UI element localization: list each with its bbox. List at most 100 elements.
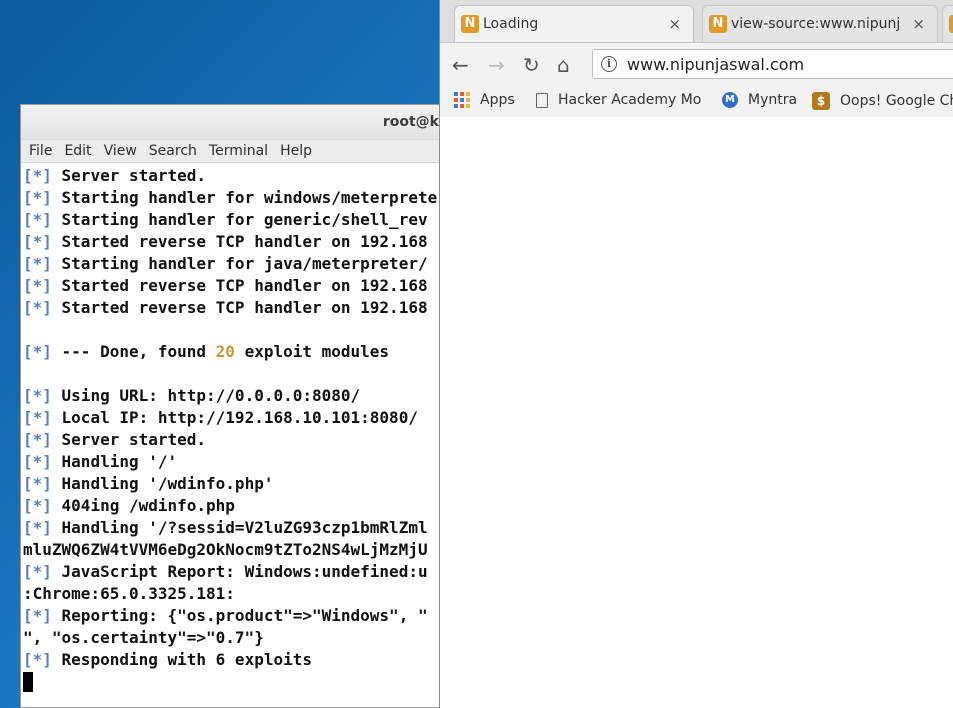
- line-text: 404ing /wdinfo.php: [51, 496, 235, 515]
- page-content[interactable]: [440, 117, 953, 708]
- myntra-icon: M: [722, 92, 738, 108]
- info-icon[interactable]: i: [601, 56, 617, 72]
- browser-toolbar: ← → ↻ ⌂ i www.nipunjaswal.com: [440, 43, 953, 85]
- menu-help[interactable]: Help: [274, 143, 318, 159]
- menu-edit[interactable]: Edit: [58, 143, 97, 159]
- terminal-titlebar[interactable]: root@k: [21, 105, 443, 140]
- site-favicon-icon: [949, 15, 953, 33]
- line-text: Server started.: [51, 430, 207, 449]
- bookmarks-bar: Apps Hacker Academy Mo M Myntra $ Oops! …: [440, 85, 953, 118]
- line-text: :Chrome:65.0.3325.181:: [23, 584, 235, 603]
- status-prefix: [*]: [23, 342, 52, 361]
- status-prefix: [*]: [23, 232, 52, 251]
- line-text: Reporting: {"os.product"=>"Windows", ": [51, 606, 428, 625]
- status-prefix: [*]: [23, 562, 52, 581]
- url-text: www.nipunjaswal.com: [627, 55, 805, 74]
- site-favicon-icon: N: [709, 15, 727, 33]
- tab-label: Loading: [483, 16, 539, 32]
- line-text: Started reverse TCP handler on 192.168: [51, 298, 428, 317]
- tab-strip: N Loading × N view-source:www.nipunja ×: [440, 0, 953, 43]
- tab-view-source[interactable]: N view-source:www.nipunja ×: [702, 5, 938, 42]
- line-text: Using URL: http://0.0.0.0:8080/: [51, 386, 361, 405]
- status-prefix: [*]: [23, 474, 52, 493]
- terminal-line: [*] Handling '/wdinfo.php': [23, 473, 443, 495]
- terminal-title: root@k: [382, 114, 439, 130]
- tab-label: view-source:www.nipunja: [731, 16, 901, 32]
- line-text: Starting handler for windows/meterpreter: [51, 188, 444, 207]
- line-text: Handling '/?sessid=V2luZG93czp1bmRlZml: [51, 518, 428, 537]
- bookmark-label: Apps: [480, 92, 515, 108]
- module-count: 20: [215, 342, 235, 361]
- browser-window[interactable]: N Loading × N view-source:www.nipunja × …: [439, 0, 953, 708]
- apps-grid-icon: [454, 92, 470, 108]
- line-text: Started reverse TCP handler on 192.168: [51, 232, 428, 251]
- forward-arrow-icon[interactable]: →: [488, 53, 505, 77]
- line-text: JavaScript Report: Windows:undefined:u: [51, 562, 428, 581]
- status-prefix: [*]: [23, 518, 52, 537]
- terminal-line: [*] Handling '/?sessid=V2luZG93czp1bmRlZ…: [23, 517, 443, 539]
- terminal-line: [*] Started reverse TCP handler on 192.1…: [23, 297, 443, 319]
- back-arrow-icon[interactable]: ←: [452, 53, 469, 77]
- line-text: mluZWQ6ZW4tVVM6eDg2OkNocm9tZTo2NS4wLjMzM…: [23, 540, 428, 559]
- home-icon[interactable]: ⌂: [557, 53, 570, 77]
- bookmark-label: Hacker Academy Mo: [558, 92, 702, 108]
- terminal-output[interactable]: [*] Server started. [*] Starting handler …: [21, 163, 443, 693]
- terminal-prompt-line[interactable]: [23, 671, 443, 693]
- line-text: Handling '/': [51, 452, 178, 471]
- terminal-line: [*] Responding with 6 exploits: [23, 649, 443, 671]
- bookmark-label: Oops! Google Ch: [840, 93, 953, 109]
- bookmark-apps[interactable]: Apps: [454, 92, 515, 108]
- terminal-line: [*] Server started.: [23, 165, 443, 187]
- terminal-line: ", "os.certainty"=>"0.7"}: [23, 627, 443, 649]
- line-text: exploit modules: [234, 342, 390, 361]
- bookmark-myntra[interactable]: M Myntra: [722, 92, 797, 108]
- terminal-line: [*] JavaScript Report: Windows:undefined…: [23, 561, 443, 583]
- line-text: Started reverse TCP handler on 192.168: [51, 276, 428, 295]
- status-prefix: [*]: [23, 276, 52, 295]
- status-prefix: [*]: [23, 606, 52, 625]
- line-text: Server started.: [51, 166, 207, 185]
- status-prefix: [*]: [23, 166, 52, 185]
- menu-view[interactable]: View: [98, 143, 143, 159]
- tab-loading[interactable]: N Loading ×: [454, 5, 694, 42]
- close-icon[interactable]: ×: [912, 15, 925, 33]
- terminal-line: [*] Local IP: http://192.168.10.101:8080…: [23, 407, 443, 429]
- terminal-line: [*] Reporting: {"os.product"=>"Windows",…: [23, 605, 443, 627]
- site-favicon-icon: N: [461, 15, 479, 33]
- status-prefix: [*]: [23, 408, 52, 427]
- dollar-icon: $: [812, 92, 830, 110]
- close-icon[interactable]: ×: [668, 15, 681, 33]
- page-icon: [536, 92, 548, 108]
- status-prefix: [*]: [23, 386, 52, 405]
- menu-file[interactable]: File: [23, 143, 58, 159]
- reload-icon[interactable]: ↻: [523, 53, 540, 77]
- terminal-menubar: File Edit View Search Terminal Help: [21, 140, 443, 163]
- terminal-line: [*] Handling '/': [23, 451, 443, 473]
- status-prefix: [*]: [23, 452, 52, 471]
- line-text: ", "os.certainty"=>"0.7"}: [23, 628, 264, 647]
- address-bar[interactable]: i www.nipunjaswal.com: [592, 49, 953, 79]
- tab-partial[interactable]: [942, 5, 953, 42]
- terminal-line: [*] Starting handler for windows/meterpr…: [23, 187, 443, 209]
- terminal-line: [*] Server started.: [23, 429, 443, 451]
- line-text: Starting handler for generic/shell_rev: [51, 210, 428, 229]
- terminal-line: [*] Started reverse TCP handler on 192.1…: [23, 231, 443, 253]
- status-prefix: [*]: [23, 650, 52, 669]
- status-prefix: [*]: [23, 496, 52, 515]
- terminal-line: [*] --- Done, found 20 exploit modules: [23, 341, 443, 363]
- menu-search[interactable]: Search: [143, 143, 203, 159]
- terminal-line: [*] Started reverse TCP handler on 192.1…: [23, 275, 443, 297]
- cursor: [23, 672, 33, 692]
- terminal-line: :Chrome:65.0.3325.181:: [23, 583, 443, 605]
- line-text: Starting handler for java/meterpreter/: [51, 254, 428, 273]
- bookmark-oops-google[interactable]: $ Oops! Google Ch: [812, 92, 953, 110]
- line-text: Handling '/wdinfo.php': [51, 474, 274, 493]
- bookmark-hacker-academy[interactable]: Hacker Academy Mo: [536, 92, 704, 108]
- status-prefix: [*]: [23, 254, 52, 273]
- line-text: Local IP: http://192.168.10.101:8080/: [51, 408, 418, 427]
- status-prefix: [*]: [23, 210, 52, 229]
- menu-terminal[interactable]: Terminal: [203, 143, 274, 159]
- terminal-window[interactable]: root@k File Edit View Search Terminal He…: [20, 104, 444, 708]
